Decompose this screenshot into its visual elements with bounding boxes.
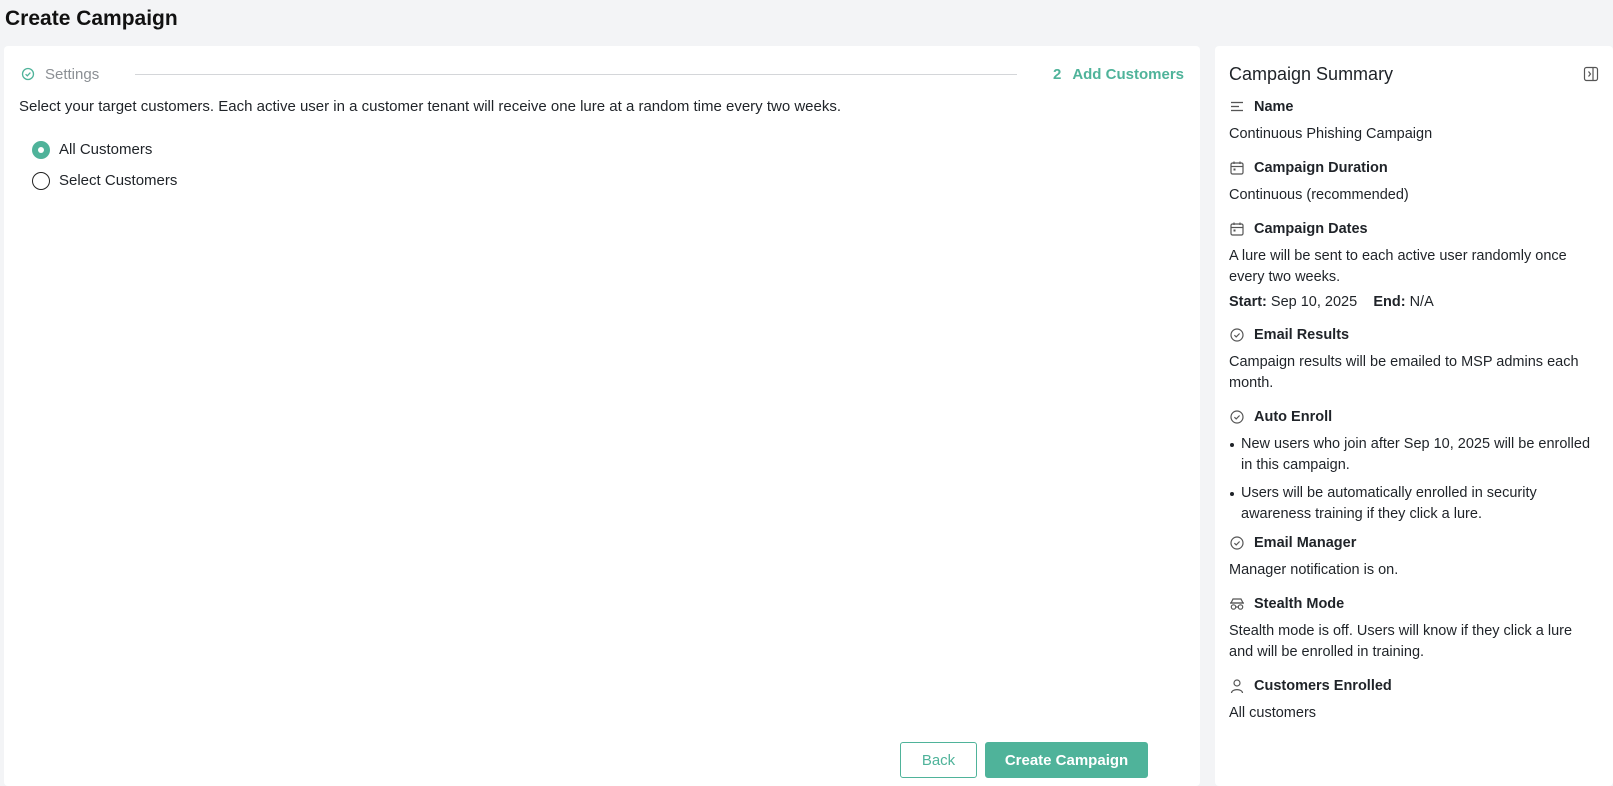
summary-duration: Campaign Duration Continuous (recommende…	[1229, 157, 1599, 206]
list-item: Users will be automatically enrolled in …	[1229, 483, 1599, 525]
section-heading: Email Manager	[1254, 535, 1357, 551]
calendar-icon	[1229, 160, 1245, 176]
summary-email-manager: Email Manager Manager notification is on…	[1229, 532, 1599, 581]
end-value: N/A	[1409, 294, 1434, 310]
section-value: Campaign results will be emailed to MSP …	[1229, 354, 1579, 391]
section-heading: Name	[1254, 99, 1294, 115]
section-value: Manager notification is on.	[1229, 562, 1399, 578]
summary-header: Campaign Summary	[1229, 60, 1599, 88]
section-value: Continuous Phishing Campaign	[1229, 126, 1433, 142]
section-heading: Stealth Mode	[1254, 596, 1345, 612]
calendar-icon	[1229, 221, 1245, 237]
radio-label: Select Customers	[59, 172, 178, 189]
summary-name: Name Continuous Phishing Campaign	[1229, 96, 1599, 145]
dates-line: Start: Sep 10, 2025 End: N/A	[1229, 294, 1599, 310]
stepper: Settings 2 Add Customers	[20, 62, 1184, 86]
radio-button-selected[interactable]	[32, 140, 50, 159]
list-item: New users who join after Sep 10, 2025 wi…	[1229, 434, 1599, 476]
section-value: All customers	[1229, 705, 1317, 721]
start-value: Sep 10, 2025	[1270, 294, 1358, 310]
section-heading: Email Results	[1254, 327, 1350, 343]
customer-radio-group: All Customers Select Customers	[32, 134, 177, 196]
step-add-customers: 2 Add Customers	[1053, 66, 1184, 83]
text-lines-icon	[1229, 99, 1245, 115]
summary-title: Campaign Summary	[1229, 63, 1394, 84]
incognito-icon	[1229, 596, 1245, 612]
summary-email-results: Email Results Campaign results will be e…	[1229, 324, 1599, 394]
section-value: Continuous (recommended)	[1229, 187, 1409, 203]
summary-customers-enrolled: Customers Enrolled All customers	[1229, 675, 1599, 724]
auto-enroll-list: New users who join after Sep 10, 2025 wi…	[1229, 434, 1599, 525]
back-button[interactable]: Back	[900, 742, 977, 778]
user-icon	[1229, 678, 1245, 694]
summary-dates: Campaign Dates A lure will be sent to ea…	[1229, 218, 1599, 310]
section-value: A lure will be sent to each active user …	[1229, 248, 1567, 285]
step-number: 2	[1052, 65, 1062, 83]
stepper-divider	[135, 73, 1017, 75]
create-campaign-button[interactable]: Create Campaign	[985, 742, 1148, 778]
radio-select-customers[interactable]: Select Customers	[32, 165, 177, 196]
section-value: Stealth mode is off. Users will know if …	[1229, 623, 1573, 660]
summary-stealth-mode: Stealth Mode Stealth mode is off. Users …	[1229, 593, 1599, 663]
page-title: Create Campaign	[5, 7, 178, 30]
intro-text: Select your target customers. Each activ…	[19, 98, 842, 115]
start-label: Start:	[1229, 294, 1267, 310]
radio-label: All Customers	[59, 141, 153, 158]
step-settings[interactable]: Settings	[20, 66, 99, 83]
check-circle-icon	[1229, 535, 1245, 551]
campaign-summary-panel: Campaign Summary Name Continuous Phishin…	[1215, 46, 1613, 786]
radio-all-customers[interactable]: All Customers	[32, 134, 177, 165]
section-heading: Auto Enroll	[1254, 409, 1333, 425]
check-circle-icon	[1229, 409, 1245, 425]
main-panel: Settings 2 Add Customers Select your tar…	[4, 46, 1200, 786]
step-add-customers-label: Add Customers	[1072, 65, 1184, 83]
radio-button[interactable]	[32, 171, 50, 190]
section-heading: Campaign Duration	[1254, 160, 1388, 176]
form-actions: Back Create Campaign	[900, 742, 1148, 778]
check-circle-icon	[1229, 327, 1245, 343]
step-settings-label: Settings	[45, 65, 100, 83]
sidebar-collapse-icon[interactable]	[1583, 66, 1599, 82]
summary-auto-enroll: Auto Enroll New users who join after Sep…	[1229, 406, 1599, 525]
end-label: End:	[1373, 294, 1406, 310]
section-heading: Customers Enrolled	[1254, 678, 1392, 694]
check-circle-icon	[20, 66, 36, 82]
section-heading: Campaign Dates	[1254, 221, 1368, 237]
